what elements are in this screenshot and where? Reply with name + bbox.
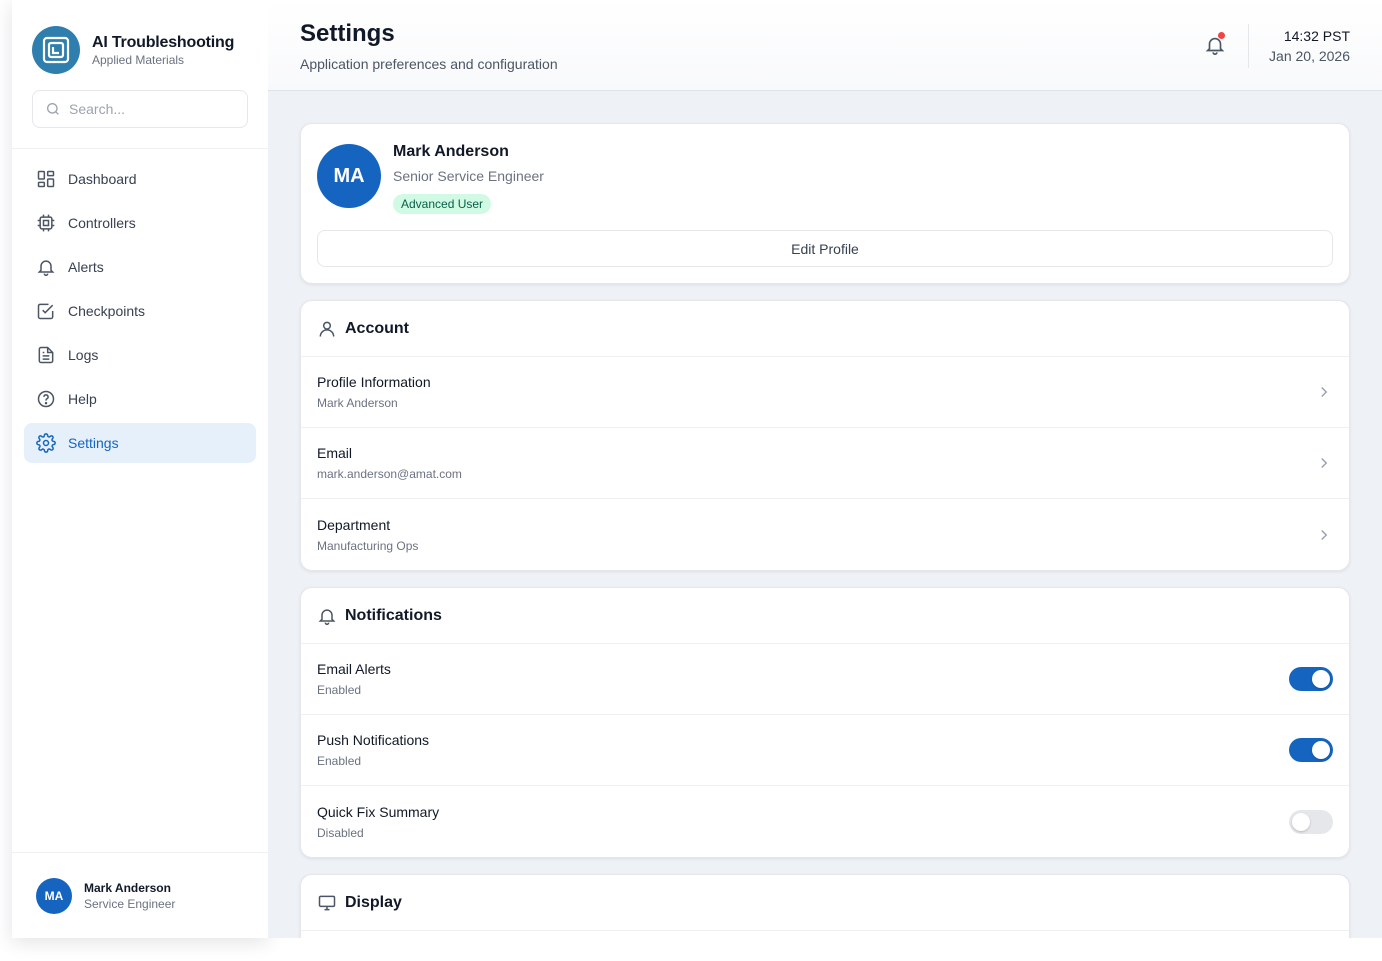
profile-card: MA Mark Anderson Senior Service Engineer… xyxy=(300,123,1350,284)
status-badge: Advanced User xyxy=(393,194,492,214)
row-label: Profile Information xyxy=(317,374,431,390)
sidebar-user-name: Mark Anderson xyxy=(84,880,171,895)
chevron-right-icon xyxy=(1321,529,1328,540)
section-title: Display xyxy=(345,893,402,911)
row-value: Enabled xyxy=(317,683,362,697)
settings-row-profile-information[interactable]: Profile Information Mark Anderson xyxy=(301,357,1349,428)
row-label: Department xyxy=(317,516,391,533)
row-label: Push Notifications xyxy=(317,732,430,748)
sidebar-item-label: Checkpoints xyxy=(68,303,146,319)
search-input[interactable] xyxy=(69,101,239,117)
checkbox-icon xyxy=(37,303,54,320)
toggle-knob xyxy=(1292,812,1310,831)
page-header: Settings Application preferences and con… xyxy=(268,0,1382,91)
row-value: mark.anderson@amat.com xyxy=(317,467,462,481)
chevron-right-icon xyxy=(1321,457,1328,469)
quick-fix-summary-toggle[interactable] xyxy=(1289,809,1333,834)
display-section: Display xyxy=(300,874,1350,938)
main-area: Settings Application preferences and con… xyxy=(268,0,1382,938)
header-divider xyxy=(1248,24,1249,68)
bell-icon xyxy=(318,608,336,625)
toggle-knob xyxy=(1312,741,1330,759)
brand: AI Troubleshooting Applied Materials xyxy=(12,0,268,78)
row-value: Enabled xyxy=(317,754,362,768)
row-value: Mark Anderson xyxy=(317,396,398,410)
sidebar-item-checkpoints[interactable]: Checkpoints xyxy=(24,291,256,331)
sidebar-item-label: Settings xyxy=(68,435,119,451)
row-label: Quick Fix Summary xyxy=(317,803,440,820)
sidebar-nav: Dashboard Controllers Alerts Checkpoints… xyxy=(12,149,268,477)
toggle-knob xyxy=(1312,670,1330,688)
notification-dot xyxy=(1218,32,1225,39)
profile-role: Senior Service Engineer xyxy=(393,168,544,184)
email-alerts-toggle[interactable] xyxy=(1289,667,1333,691)
sidebar-item-controllers[interactable]: Controllers xyxy=(24,203,256,243)
monitor-icon xyxy=(318,895,336,910)
sidebar-item-help[interactable]: Help xyxy=(24,379,256,419)
settings-row-quick-fix-summary: Quick Fix Summary Disabled xyxy=(301,786,1349,857)
sidebar-item-label: Dashboard xyxy=(68,171,137,187)
brand-title: AI Troubleshooting xyxy=(92,33,235,51)
push-notifications-toggle[interactable] xyxy=(1289,738,1333,762)
brand-logo-icon xyxy=(32,26,80,74)
sidebar-item-label: Logs xyxy=(68,347,99,363)
help-icon xyxy=(37,390,55,408)
section-header: Display xyxy=(301,875,1349,931)
sidebar-item-settings[interactable]: Settings xyxy=(24,423,256,463)
section-title: Account xyxy=(345,319,409,337)
settings-row-email[interactable]: Email mark.anderson@amat.com xyxy=(301,428,1349,499)
sidebar-item-dashboard[interactable]: Dashboard xyxy=(24,159,256,199)
edit-profile-button[interactable]: Edit Profile xyxy=(317,230,1333,267)
page-title: Settings xyxy=(300,20,395,47)
brand-subtitle: Applied Materials xyxy=(92,52,185,67)
profile-name: Mark Anderson xyxy=(393,143,509,160)
row-label: Email Alerts xyxy=(317,661,391,677)
avatar: MA xyxy=(36,877,72,914)
dashboard-icon xyxy=(37,170,55,188)
sidebar-user-card[interactable]: MA Mark Anderson Service Engineer xyxy=(12,852,268,938)
settings-row-email-alerts: Email Alerts Enabled xyxy=(301,644,1349,715)
sidebar-item-label: Help xyxy=(68,391,97,407)
account-section: Account Profile Information Mark Anderso… xyxy=(300,300,1350,571)
settings-content: MA Mark Anderson Senior Service Engineer… xyxy=(300,123,1350,938)
bell-icon xyxy=(37,260,55,277)
chevron-right-icon xyxy=(1321,386,1328,398)
notifications-button[interactable] xyxy=(1204,32,1226,56)
search-icon xyxy=(47,103,59,115)
sidebar-item-label: Controllers xyxy=(68,215,136,231)
document-icon xyxy=(38,346,54,364)
chip-icon xyxy=(37,214,55,232)
row-value: Disabled xyxy=(317,825,364,840)
clock-date: Jan 20, 2026 xyxy=(1269,48,1350,64)
section-header: Notifications xyxy=(301,588,1349,644)
avatar: MA xyxy=(317,144,381,208)
sidebar-item-alerts[interactable]: Alerts xyxy=(24,247,256,287)
search-box[interactable] xyxy=(32,90,248,128)
gear-icon xyxy=(36,433,56,453)
user-icon xyxy=(319,321,335,337)
section-header: Account xyxy=(301,301,1349,357)
section-title: Notifications xyxy=(345,606,442,624)
row-value: Manufacturing Ops xyxy=(317,538,419,553)
display-section-body xyxy=(301,931,1349,938)
sidebar-item-label: Alerts xyxy=(68,259,104,275)
settings-row-push-notifications: Push Notifications Enabled xyxy=(301,715,1349,786)
row-label: Email xyxy=(317,445,353,461)
sidebar-user-role: Service Engineer xyxy=(84,896,176,911)
clock-time: 14:32 PST xyxy=(1283,28,1350,44)
sidebar-item-logs[interactable]: Logs xyxy=(24,335,256,375)
sidebar: AI Troubleshooting Applied Materials Das… xyxy=(12,0,268,938)
clock: 14:32 PST Jan 20, 2026 xyxy=(1269,28,1350,64)
notifications-section: Notifications Email Alerts Enabled Push … xyxy=(300,587,1350,858)
page-subtitle: Application preferences and configuratio… xyxy=(300,56,558,72)
settings-row-department[interactable]: Department Manufacturing Ops xyxy=(301,499,1349,570)
